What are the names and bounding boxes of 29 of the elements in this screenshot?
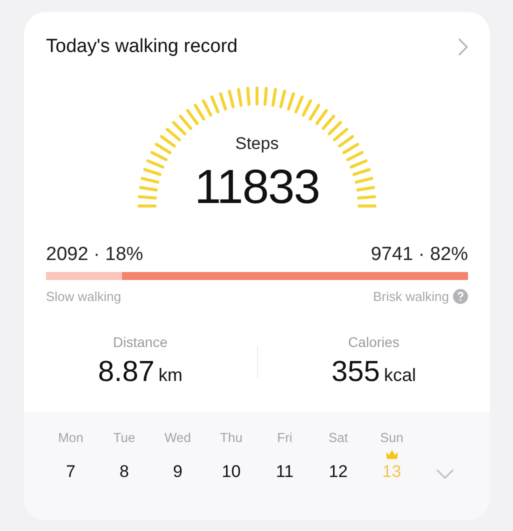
date-item[interactable]: 12 <box>328 462 348 482</box>
stat-label: Calories <box>348 334 400 350</box>
stat-unit: km <box>158 365 182 386</box>
steps-label: Steps <box>235 134 279 154</box>
steps-count: 11833 <box>194 160 320 215</box>
slow-walking-label: Slow walking <box>46 289 122 304</box>
chevron-down-icon[interactable] <box>436 469 454 479</box>
slow-walking-count: 2092 · 18% <box>46 244 144 266</box>
weekday-label: Mon <box>58 430 84 446</box>
weekday-label: Sat <box>328 430 348 446</box>
weekday-label: Wed <box>164 430 191 446</box>
weekday-label: Sun <box>380 430 404 446</box>
weekday-label: Fri <box>277 430 292 446</box>
brisk-walking-count: 9741 · 82% <box>370 244 468 266</box>
weekday-label: Tue <box>113 430 136 446</box>
date-item[interactable]: 9 <box>173 462 182 482</box>
stat-value: 355 <box>332 356 380 389</box>
stat-label: Distance <box>113 334 168 350</box>
stat-value: 8.87 <box>98 356 154 389</box>
stat-unit: kcal <box>384 365 416 386</box>
chevron-right-icon[interactable] <box>458 38 468 56</box>
card-title: Today's walking record <box>46 36 238 58</box>
brisk-walking-label: Brisk walking <box>373 289 449 304</box>
date-item[interactable]: 7 <box>66 462 76 482</box>
date-item[interactable]: 10 <box>222 462 241 482</box>
help-icon[interactable] <box>453 289 468 304</box>
weekday-label: Thu <box>220 430 242 446</box>
date-item[interactable]: 11 <box>276 462 294 482</box>
date-item[interactable]: 8 <box>120 462 129 482</box>
